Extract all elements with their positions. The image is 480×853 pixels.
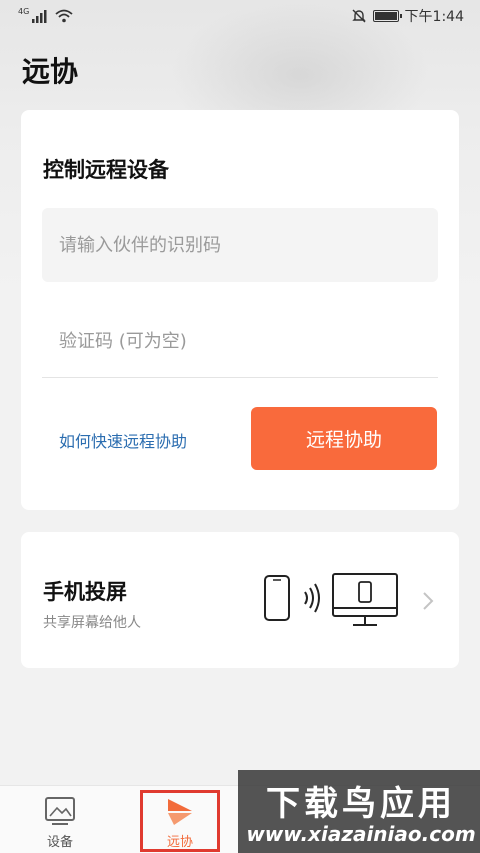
status-bar: 4G 下午1:44 bbox=[0, 0, 480, 32]
page-title: 远协 bbox=[22, 55, 79, 88]
help-link[interactable]: 如何快速远程协助 bbox=[59, 428, 187, 452]
network-type: 4G bbox=[18, 6, 30, 16]
nav-label-remote-assist: 远协 bbox=[166, 835, 193, 850]
bell-muted-icon bbox=[351, 9, 366, 23]
remote-assist-icon bbox=[168, 799, 192, 825]
partner-id-input[interactable] bbox=[42, 208, 438, 282]
battery-icon bbox=[372, 10, 402, 22]
nav-label-devices: 设备 bbox=[46, 835, 73, 850]
watermark-main-text: 下载鸟应用 bbox=[266, 784, 456, 824]
nav-tab-devices[interactable]: 设备 bbox=[20, 786, 100, 853]
verify-code-input[interactable] bbox=[42, 306, 438, 378]
status-time: 下午1:44 bbox=[404, 9, 464, 25]
signal-icon bbox=[32, 10, 47, 23]
watermark: 下载鸟应用 www.xiazainiao.com bbox=[238, 770, 480, 853]
remote-control-card: 控制远程设备 如何快速远程协助 远程协助 bbox=[21, 110, 459, 510]
nav-tab-remote-assist[interactable]: 远协 bbox=[140, 790, 220, 852]
devices-icon bbox=[45, 797, 75, 825]
chevron-right-icon bbox=[423, 592, 434, 610]
remote-assist-button[interactable]: 远程协助 bbox=[251, 407, 437, 470]
mirror-card-subtitle: 共享屏幕给他人 bbox=[43, 615, 141, 631]
screen-mirror-card[interactable]: 手机投屏 共享屏幕给他人 bbox=[21, 532, 459, 668]
mirror-card-title: 手机投屏 bbox=[43, 580, 127, 604]
status-left: 4G bbox=[18, 6, 73, 23]
remote-card-title: 控制远程设备 bbox=[43, 158, 169, 182]
wifi-icon bbox=[55, 9, 73, 23]
watermark-url-text: www.xiazainiao.com bbox=[246, 822, 476, 846]
phone-to-monitor-icon bbox=[264, 573, 398, 626]
status-right: 下午1:44 bbox=[351, 6, 464, 26]
